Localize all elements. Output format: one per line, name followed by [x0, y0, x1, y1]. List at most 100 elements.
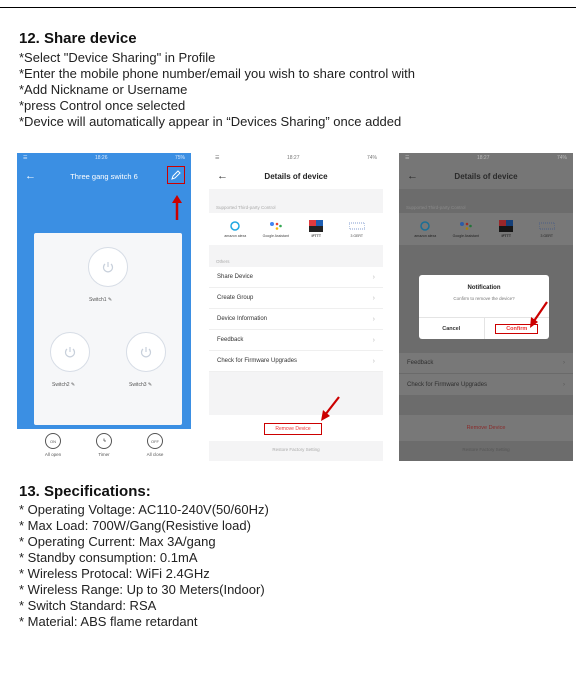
- menu-feedback[interactable]: Feedback ›: [399, 353, 573, 374]
- chevron-right-icon: ›: [372, 357, 375, 365]
- section-13-title: 13. Specifications:: [19, 483, 151, 500]
- status-time: 18:26: [94, 155, 108, 161]
- status-time: 18:27: [286, 155, 300, 161]
- spec-line: * Wireless Range: Up to 30 Meters(Indoor…: [19, 582, 265, 597]
- red-arrow-icon: [321, 396, 340, 421]
- others-header: Others: [216, 258, 230, 264]
- spec-line: * Operating Current: Max 3A/gang: [19, 534, 216, 549]
- timer-button[interactable]: Timer: [84, 433, 124, 457]
- red-arrow-icon: [530, 301, 548, 328]
- dialog-title: Notification: [467, 285, 501, 291]
- all-close-button[interactable]: OFF All close: [135, 433, 175, 457]
- ifttt-item[interactable]: IFTTT: [301, 220, 331, 238]
- chevron-right-icon: ›: [563, 360, 565, 366]
- chevron-right-icon: ›: [372, 315, 375, 323]
- spec-line: * Material: ABS flame retardant: [19, 614, 198, 629]
- on-icon: ON: [45, 433, 61, 449]
- menu-device-information[interactable]: Device Information ›: [209, 309, 383, 330]
- google-assistant-item[interactable]: Google Assistant: [261, 220, 291, 238]
- all-open-button[interactable]: ON All open: [33, 433, 73, 457]
- alexa-item[interactable]: amazon alexa: [220, 220, 250, 238]
- bottom-toolbar: ON All open Timer OFF All close: [17, 429, 191, 461]
- switch3-label: Switch3 ✎: [129, 382, 153, 388]
- power-icon: [140, 347, 152, 358]
- third-party-row: amazon alexa Google Assistant IFTTT 3 GE…: [209, 213, 383, 245]
- status-battery: 74%: [366, 155, 377, 161]
- spec-line: * Switch Standard: RSA: [19, 598, 157, 613]
- signal-icon: ☰: [405, 155, 410, 161]
- menu-firmware-upgrades[interactable]: Check for Firmware Upgrades ›: [209, 351, 383, 372]
- ifttt-icon: [491, 220, 521, 232]
- chevron-right-icon: ›: [372, 273, 375, 281]
- chevron-right-icon: ›: [372, 336, 375, 344]
- ifttt-item[interactable]: IFTTT: [491, 220, 521, 238]
- page-title: Details of device: [454, 171, 518, 181]
- chevron-right-icon: ›: [563, 381, 565, 388]
- status-bar: ☰ 18:27 74%: [399, 153, 573, 163]
- section-12-title: 12. Share device: [19, 30, 137, 47]
- google-assistant-item[interactable]: Google Assistant: [451, 220, 481, 238]
- switch-panel: Switch1 ✎ Switch2 ✎ Switch3 ✎: [34, 233, 182, 425]
- restore-factory-button[interactable]: Restore Factory Setting: [209, 447, 383, 452]
- spec-line: * Max Load: 700W/Gang(Resistive load): [19, 518, 251, 533]
- settings-menu: Share Device › Create Group › Device Infor…: [209, 267, 383, 372]
- signal-icon: ☰: [215, 155, 220, 161]
- alexa-item[interactable]: amazon alexa: [410, 220, 440, 238]
- instruction-line: *Add Nickname or Username: [19, 82, 188, 97]
- remove-device-button[interactable]: Remove Device: [399, 415, 573, 441]
- page-title: Details of device: [264, 171, 328, 181]
- instruction-line: *Device will automatically appear in “De…: [19, 114, 402, 129]
- third-service-item[interactable]: 3 GERT: [342, 220, 372, 238]
- menu-firmware-upgrades[interactable]: Check for Firmware Upgrades ›: [399, 374, 573, 395]
- status-battery: 75%: [174, 155, 185, 161]
- nav-bar: ← Details of device: [399, 163, 573, 189]
- third-party-row: amazon alexa Google Assistant IFTTT 3 GE…: [399, 213, 573, 245]
- grid-logo-icon: [532, 220, 562, 232]
- menu-feedback[interactable]: Feedback ›: [209, 330, 383, 351]
- back-arrow-icon[interactable]: ←: [217, 170, 228, 182]
- status-bar: ☰ 18:26 75%: [17, 153, 191, 163]
- screenshot-details-of-device: ☰ 18:27 74% ← Details of device Supporte…: [209, 153, 383, 461]
- chevron-right-icon: ›: [372, 294, 375, 302]
- clock-icon: [96, 433, 112, 449]
- screenshot-remove-confirm: ☰ 18:27 74% ← Details of device Supporte…: [399, 153, 573, 461]
- switch2-label: Switch2 ✎: [52, 382, 76, 388]
- settings-menu: Feedback › Check for Firmware Upgrades ›: [399, 353, 573, 395]
- nav-bar: ← Three gang switch 6: [17, 163, 191, 189]
- alexa-icon: [410, 220, 440, 232]
- remove-device-button[interactable]: Remove Device: [264, 423, 322, 435]
- grid-logo-icon: [342, 220, 372, 232]
- google-assistant-icon: [451, 220, 481, 232]
- status-time: 18:27: [476, 155, 490, 161]
- restore-factory-button[interactable]: Restore Factory Setting: [399, 447, 573, 452]
- instruction-line: *Select "Device Sharing" in Profile: [19, 50, 216, 65]
- instruction-line: *Enter the mobile phone number/email you…: [19, 66, 415, 81]
- instruction-line: *press Control once selected: [19, 98, 186, 113]
- spec-line: * Operating Voltage: AC110-240V(50/60Hz): [19, 502, 269, 517]
- alexa-icon: [220, 220, 250, 232]
- status-bar: ☰ 18:27 74%: [209, 153, 383, 163]
- power-icon: [64, 347, 76, 358]
- third-party-header: Supported Third-party Control: [216, 204, 276, 210]
- nav-bar: ← Details of device: [209, 163, 383, 189]
- switch3-button[interactable]: [126, 332, 166, 372]
- red-arrow-icon: [172, 195, 182, 220]
- signal-icon: ☰: [23, 155, 28, 161]
- specifications-list: * Operating Voltage: AC110-240V(50/60Hz)…: [19, 502, 269, 630]
- spec-line: * Wireless Protocal: WiFi 2.4GHz: [19, 566, 210, 581]
- third-service-item[interactable]: 3 GERT: [532, 220, 562, 238]
- google-assistant-icon: [261, 220, 291, 232]
- switch1-label: Switch1 ✎: [89, 297, 113, 303]
- power-icon: [102, 262, 114, 273]
- edit-pencil-icon[interactable]: [167, 166, 185, 184]
- menu-create-group[interactable]: Create Group ›: [209, 288, 383, 309]
- top-rule: [0, 7, 576, 8]
- ifttt-icon: [301, 220, 331, 232]
- switch1-button[interactable]: [88, 247, 128, 287]
- third-party-header: Supported Third-party Control: [406, 204, 466, 210]
- off-icon: OFF: [147, 433, 163, 449]
- status-battery: 74%: [556, 155, 567, 161]
- menu-share-device[interactable]: Share Device ›: [209, 267, 383, 288]
- switch2-button[interactable]: [50, 332, 90, 372]
- cancel-button[interactable]: Cancel: [419, 318, 485, 339]
